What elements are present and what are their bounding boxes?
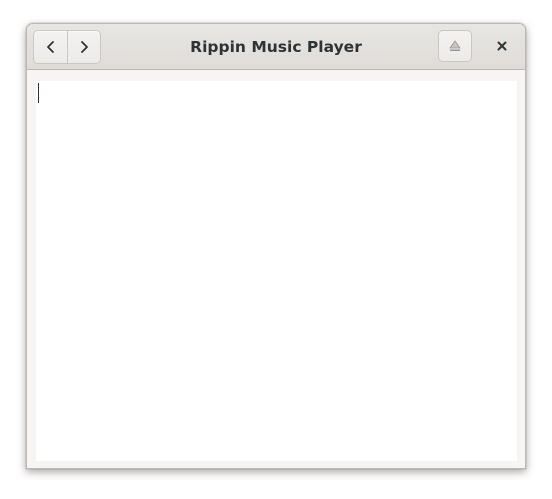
chevron-right-icon [81, 41, 88, 53]
text-view[interactable] [36, 81, 517, 461]
eject-icon [449, 40, 461, 51]
app-window: Rippin Music Player [26, 23, 526, 469]
close-icon [497, 41, 507, 51]
close-button[interactable] [489, 33, 515, 59]
chevron-left-icon [46, 41, 54, 53]
forward-button[interactable] [67, 31, 100, 63]
back-button[interactable] [34, 31, 67, 63]
eject-button[interactable] [438, 30, 472, 62]
headerbar: Rippin Music Player [27, 24, 525, 70]
text-cursor [38, 83, 39, 103]
navigation-button-group [33, 30, 101, 64]
